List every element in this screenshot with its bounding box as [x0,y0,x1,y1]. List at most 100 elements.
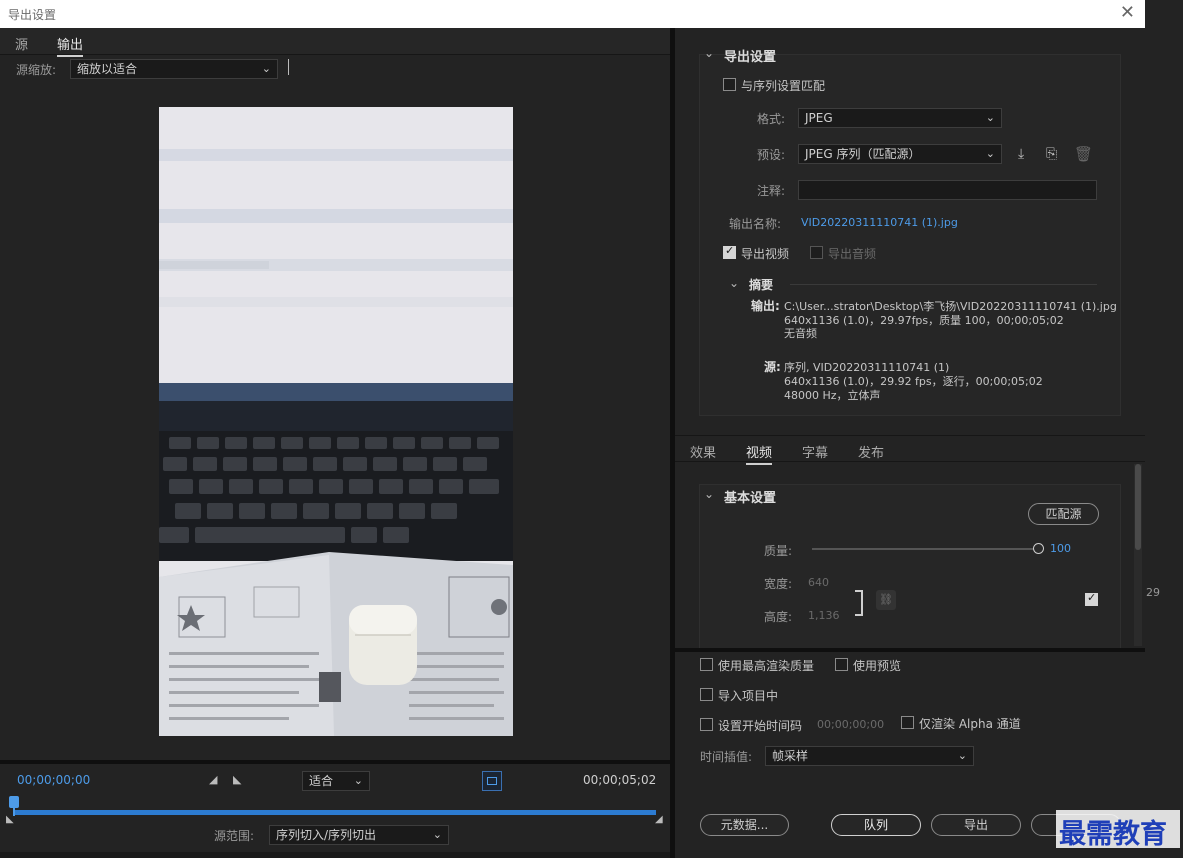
side-value: 29 [1146,586,1160,599]
dimension-override-checkbox[interactable] [1085,591,1098,606]
time-interp-label: 时间插值: [700,750,753,764]
summary-output-audio: 无音频 [784,327,817,340]
timeline-track[interactable] [14,810,656,815]
tab-effects[interactable]: 效果 [690,442,716,461]
export-video-label: 导出视频 [741,247,790,261]
height-label: 高度: [764,610,793,624]
comment-input[interactable] [798,180,1097,200]
format-label: 格式: [757,112,786,126]
tab-publish[interactable]: 发布 [858,442,884,461]
alpha-only-label: 仅渲染 Alpha 通道 [919,717,1021,731]
mark-out-icon[interactable]: ◣ [233,773,241,786]
export-audio-checkbox[interactable] [810,246,823,259]
source-range-dropdown[interactable]: 序列切入/序列切出 ⌄ [269,825,449,845]
preset-label: 预设: [757,148,786,162]
width-value[interactable]: 640 [808,576,829,589]
width-label: 宽度: [764,577,793,591]
chevron-down-icon: ⌄ [985,111,995,124]
import-project-checkbox[interactable] [700,688,713,701]
preset-value: JPEG 序列（匹配源） [805,147,921,161]
chevron-down-icon[interactable]: ⌄ [704,487,714,501]
start-timecode-value: 00;00;00;00 [817,718,885,731]
summary-divider [790,284,1097,285]
timecode-end: 00;00;05;02 [583,773,657,787]
source-zoom-label: 源缩放: [16,63,57,77]
fit-dropdown[interactable]: 适合 ⌄ [302,771,370,791]
chevron-down-icon: ⌄ [957,749,967,762]
watermark-text: 最需教育 [1059,819,1167,850]
match-sequence-label: 与序列设置匹配 [741,79,826,93]
source-range-value: 序列切入/序列切出 [276,828,377,842]
close-icon[interactable]: ✕ [1120,3,1135,23]
export-video-checkbox[interactable] [723,244,736,259]
format-value: JPEG [805,111,833,125]
tab-source[interactable]: 源 [15,34,28,53]
chevron-down-icon: ⌄ [432,828,442,841]
match-sequence-checkbox[interactable] [723,78,736,91]
start-timecode-checkbox[interactable] [700,718,713,731]
export-settings-header: 导出设置 [724,50,777,65]
import-preset-icon[interactable]: ⎘ [1046,146,1057,162]
chevron-down-icon[interactable]: ⌄ [704,46,714,60]
use-preview-label: 使用预览 [853,659,902,673]
mark-in-icon[interactable]: ◢ [209,773,217,786]
export-audio-label: 导出音频 [828,247,877,261]
summary-output-spec: 640x1136 (1.0)，29.97fps，质量 100，00;00;05;… [784,314,1064,327]
alpha-only-checkbox[interactable] [901,716,914,729]
delete-preset-icon[interactable]: 🗑 [1074,145,1093,163]
preview-image [159,107,513,736]
chevron-down-icon[interactable]: ⌄ [729,276,739,290]
summary-output-label: 输出: [751,299,780,313]
timeline-separator [0,760,670,764]
time-interp-value: 帧采样 [772,749,809,763]
max-render-checkbox[interactable] [700,658,713,671]
start-timecode-label: 设置开始时间码 [718,719,803,733]
time-interp-dropdown[interactable]: 帧采样 ⌄ [765,746,974,766]
link-icon[interactable]: ⛓ [876,590,896,610]
out-point-icon[interactable]: ◢ [655,814,663,825]
metadata-button[interactable]: 元数据... [700,814,789,836]
settings-tabs: 效果 视频 字幕 发布 [675,435,1145,465]
summary-source-label: 源: [764,360,781,374]
use-preview-checkbox[interactable] [835,658,848,671]
output-name-link[interactable]: VID20220311110741 (1).jpg [801,216,958,229]
source-range-label: 源范围: [214,829,255,843]
basic-settings-header: 基本设置 [724,491,777,506]
preset-dropdown[interactable]: JPEG 序列（匹配源） ⌄ [798,144,1002,164]
preview-frame [159,107,513,736]
timecode-start[interactable]: 00;00;00;00 [17,773,90,787]
format-dropdown[interactable]: JPEG ⌄ [798,108,1002,128]
height-value[interactable]: 1,136 [808,609,840,622]
source-zoom-value: 缩放以适合 [77,62,138,76]
in-point-icon[interactable]: ◣ [6,814,14,825]
preview-tabs: 源 输出 [0,28,670,57]
chevron-down-icon: ⌄ [985,147,995,160]
tab-video[interactable]: 视频 [746,442,773,465]
bottom-edge [0,852,670,858]
quality-slider-thumb[interactable] [1033,543,1044,554]
title-bar: 导出设置 ✕ [0,0,1145,28]
toolbar-divider [288,59,289,75]
dimension-bracket [855,590,863,616]
source-zoom-dropdown[interactable]: 缩放以适合 ⌄ [70,59,278,79]
export-button[interactable]: 导出 [931,814,1021,836]
import-project-label: 导入项目中 [718,689,779,703]
match-source-button[interactable]: 匹配源 [1028,503,1099,525]
quality-slider-track[interactable] [812,548,1038,550]
save-preset-icon[interactable]: ⤓ [1018,146,1024,162]
background-panel-strip: 29 [1145,0,1183,858]
summary-source-audio: 48000 Hz，立体声 [784,389,881,402]
chevron-down-icon: ⌄ [353,774,363,787]
scrollbar-thumb[interactable] [1135,464,1141,550]
tab-output[interactable]: 输出 [57,34,84,57]
quality-value[interactable]: 100 [1050,542,1071,555]
fit-value: 适合 [309,774,334,788]
chevron-down-icon: ⌄ [261,62,271,75]
comment-label: 注释: [757,184,786,198]
safe-margins-icon[interactable] [482,771,502,791]
queue-button[interactable]: 队列 [831,814,921,836]
quality-label: 质量: [764,544,793,558]
tab-captions[interactable]: 字幕 [802,442,828,461]
output-name-label: 输出名称: [729,217,782,231]
summary-header: 摘要 [749,278,774,292]
